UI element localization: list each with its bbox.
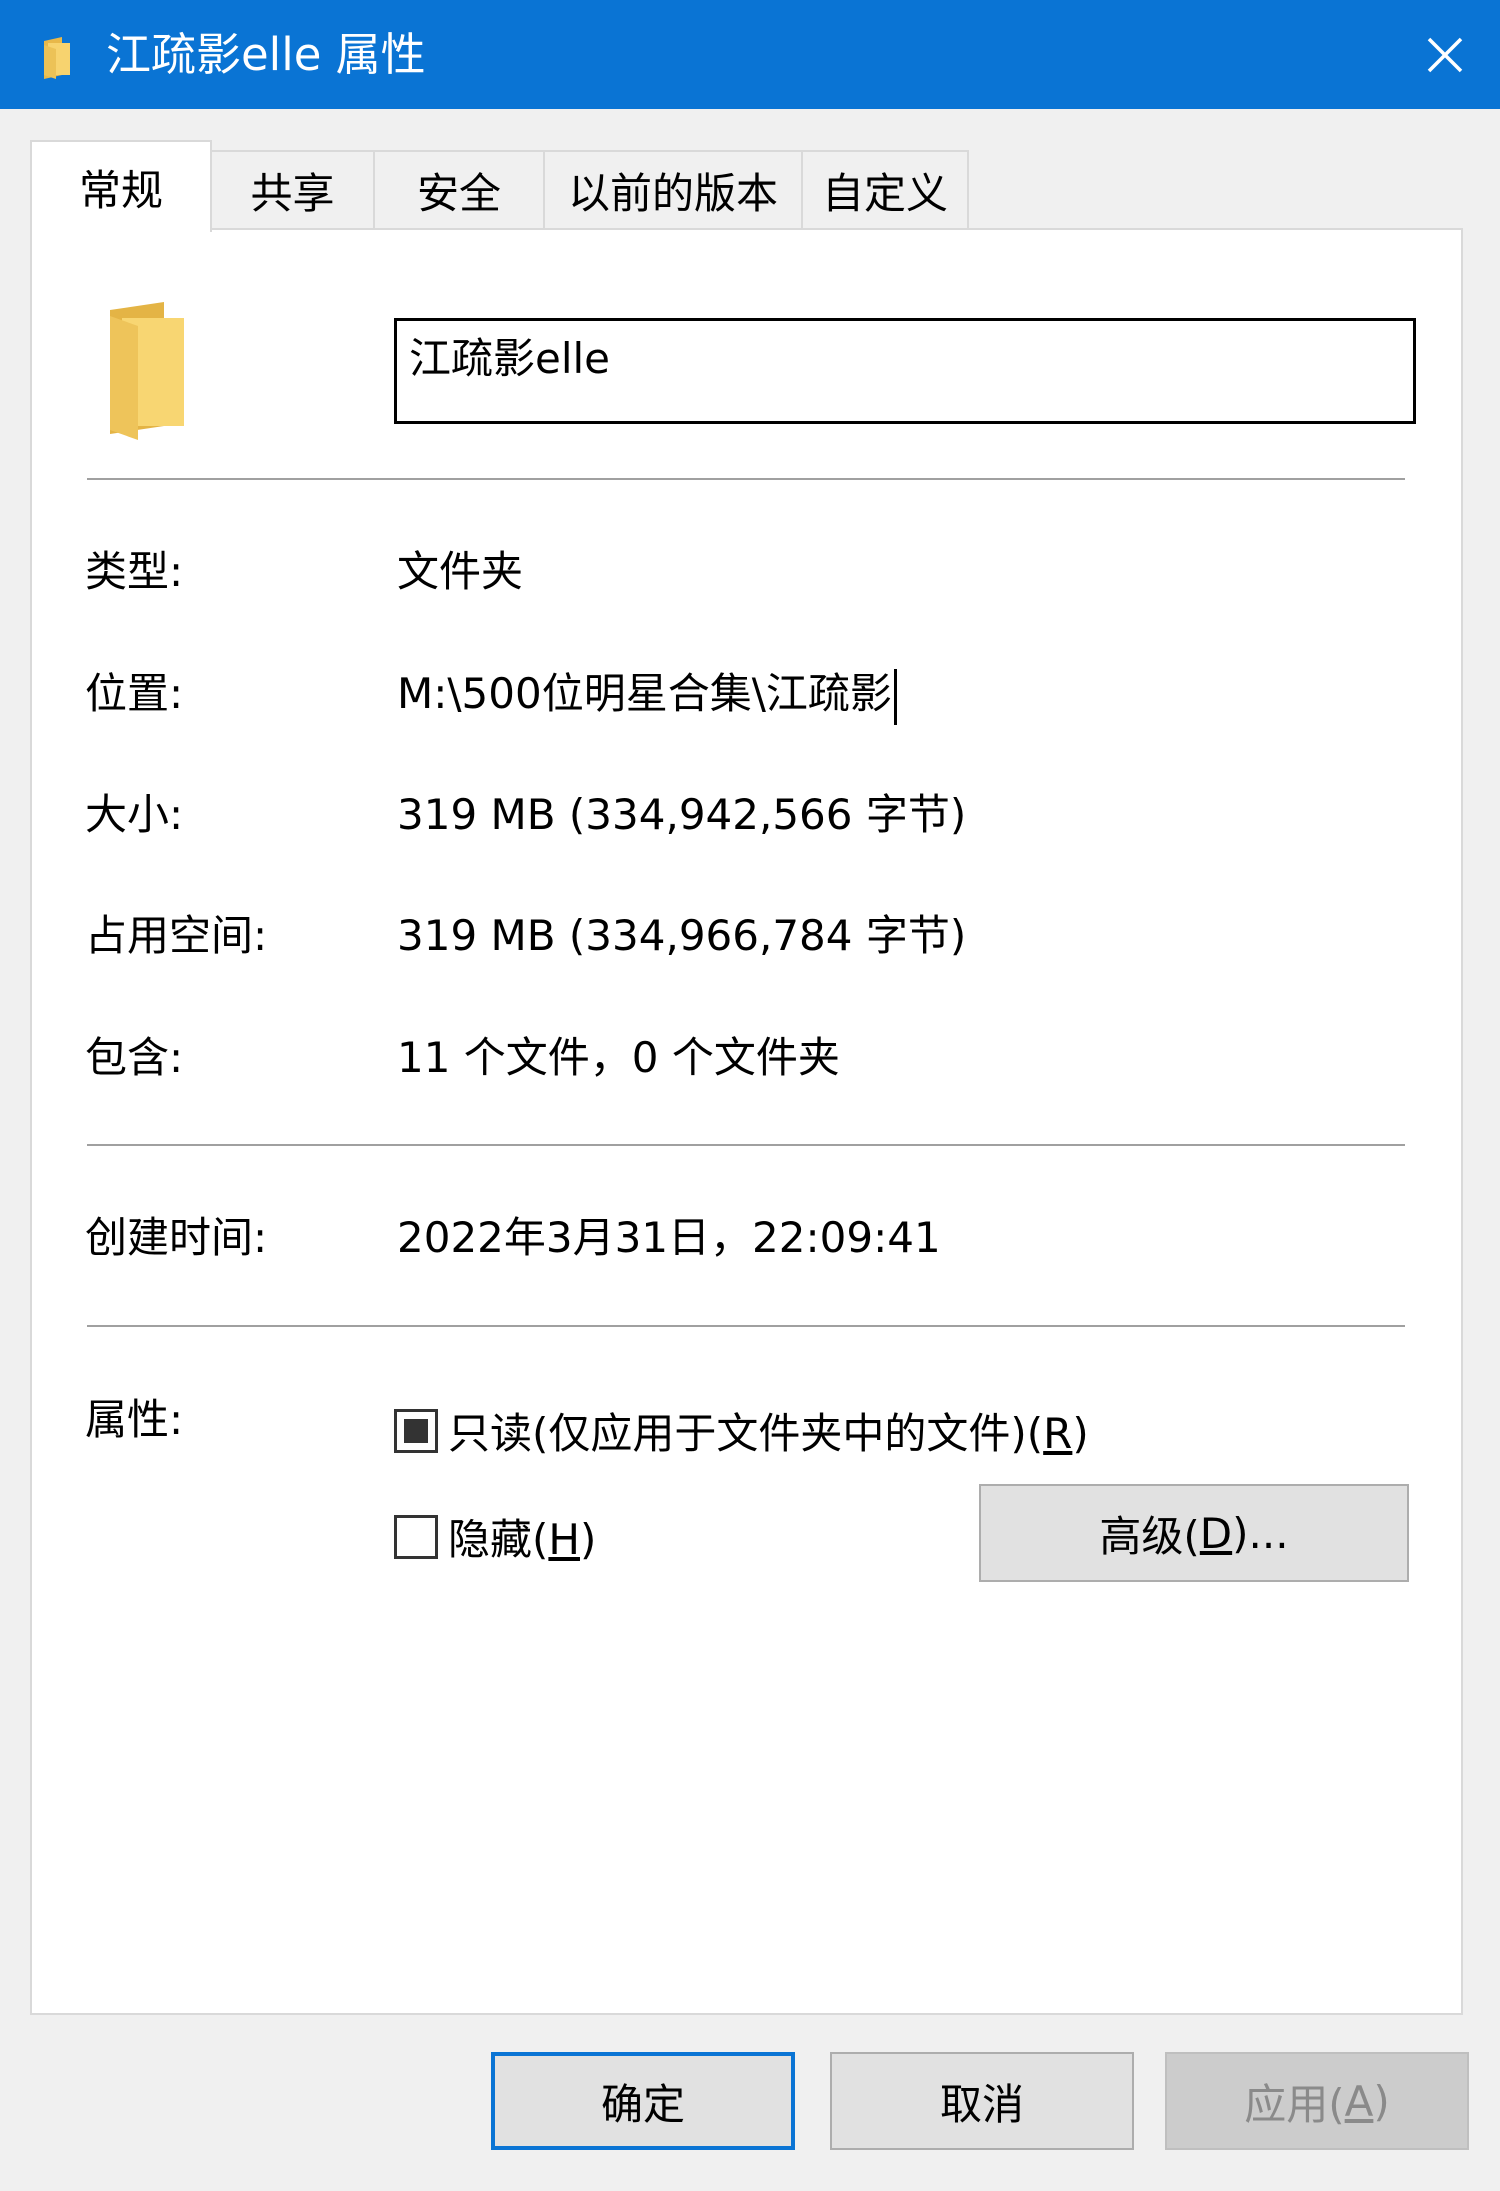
contains-label: 包含: — [85, 1033, 184, 1082]
hidden-checkbox-row[interactable]: 隐藏(H) — [394, 1506, 596, 1567]
title-bar: 江疏影elle 属性 — [0, 0, 1500, 109]
created-label: 创建时间: — [85, 1213, 268, 1262]
contains-value: 11 个文件，0 个文件夹 — [397, 1033, 840, 1082]
advanced-button[interactable]: 高级(D)... — [979, 1484, 1409, 1582]
hidden-label: 隐藏(H) — [448, 1515, 597, 1564]
cancel-button[interactable]: 取消 — [830, 2052, 1134, 2150]
ok-button[interactable]: 确定 — [491, 2052, 795, 2150]
tab-general[interactable]: 常规 — [30, 140, 212, 232]
tab-sharing[interactable]: 共享 — [210, 150, 375, 228]
type-label: 类型: — [85, 547, 184, 596]
hidden-checkbox[interactable] — [394, 1514, 438, 1559]
folder-icon — [44, 37, 70, 79]
type-value: 文件夹 — [397, 547, 524, 596]
folder-large-icon — [110, 302, 184, 440]
divider — [87, 1325, 1405, 1327]
text-caret — [893, 668, 897, 725]
window-title: 江疏影elle 属性 — [106, 28, 426, 81]
size-label: 大小: — [85, 790, 184, 839]
size-on-disk-value: 319 MB (334,966,784 字节) — [397, 911, 967, 960]
readonly-checkbox[interactable] — [394, 1408, 438, 1453]
location-label: 位置: — [85, 669, 184, 718]
location-value[interactable]: M:\500位明星合集\江疏影 — [397, 664, 897, 725]
apply-button[interactable]: 应用(A) — [1165, 2052, 1469, 2150]
tab-security[interactable]: 安全 — [373, 150, 545, 228]
divider — [87, 1144, 1405, 1146]
size-value: 319 MB (334,942,566 字节) — [397, 790, 967, 839]
tab-previous-versions[interactable]: 以前的版本 — [543, 150, 803, 228]
tab-customize[interactable]: 自定义 — [801, 150, 969, 228]
close-icon — [1427, 37, 1463, 72]
readonly-checkbox-row[interactable]: 只读(仅应用于文件夹中的文件)(R) — [394, 1400, 1089, 1461]
created-value: 2022年3月31日，22:09:41 — [397, 1213, 941, 1262]
close-button[interactable] — [1390, 0, 1500, 109]
properties-window: 江疏影elle 属性 常规 共享 安全 以前的版本 自定义 类型: 文件夹 位置… — [0, 0, 1500, 2191]
folder-name-input[interactable] — [394, 318, 1416, 424]
size-on-disk-label: 占用空间: — [85, 911, 268, 960]
readonly-label: 只读(仅应用于文件夹中的文件)(R) — [448, 1409, 1089, 1458]
location-text: M:\500位明星合集\江疏影 — [397, 669, 892, 718]
divider — [87, 478, 1405, 480]
general-tab-panel: 类型: 文件夹 位置: M:\500位明星合集\江疏影 大小: 319 MB (… — [30, 228, 1463, 2015]
attributes-label: 属性: — [85, 1395, 184, 1444]
